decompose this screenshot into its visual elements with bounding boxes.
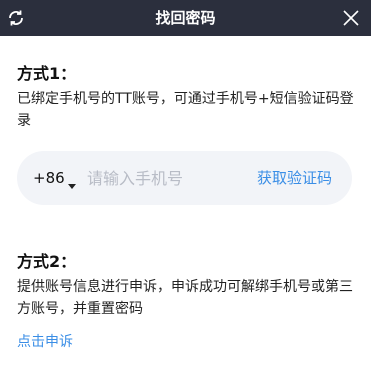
- title-bar: 找回密码: [0, 0, 371, 36]
- method2-title: 方式2：: [17, 252, 77, 271]
- phone-input-box: +86 获取验证码: [17, 151, 352, 205]
- phone-number-input[interactable]: [87, 163, 237, 193]
- close-icon[interactable]: [339, 6, 363, 30]
- window-title: 找回密码: [155, 9, 216, 27]
- method1-description: 已绑定手机号的TT账号，可通过手机号+短信验证码登录: [17, 91, 354, 129]
- country-code-select[interactable]: +86: [33, 151, 65, 205]
- method1-title: 方式1：: [17, 64, 77, 83]
- caret-down-icon[interactable]: [68, 175, 76, 189]
- method2-description: 提供账号信息进行申诉，申诉成功可解绑手机号或第三方账号，并重置密码: [17, 279, 353, 317]
- get-code-button[interactable]: 获取验证码: [257, 151, 332, 205]
- appeal-link[interactable]: 点击申诉: [17, 331, 73, 351]
